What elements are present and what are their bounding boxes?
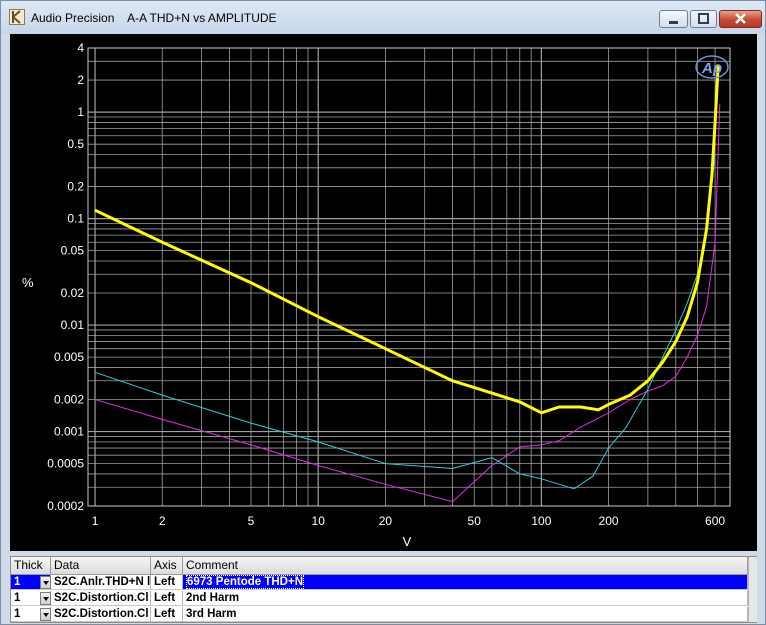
y-tick-label: 0.001 [54, 425, 84, 439]
y-axis-label: % [22, 275, 34, 290]
thd-amplitude-chart: 0.0002 0.0005 0.001 0.002 0.005 0.01 0.02 0.05 0… [22, 41, 731, 549]
ap-app-icon [9, 9, 25, 25]
series-line-2nd-harm [94, 154, 716, 490]
y-tick-labels: 0.0002 0.0005 0.001 0.002 0.005 0.01 0.02 0.05 0… [47, 41, 84, 513]
x-tick-label: 5 [248, 514, 255, 528]
y-tick-label: 0.5 [67, 137, 84, 151]
comment-text[interactable]: 6973 Pentode THD+N [186, 575, 304, 589]
axis-cell[interactable]: Left [151, 607, 183, 622]
minimize-button[interactable] [659, 10, 688, 28]
x-tick-label: 200 [599, 514, 619, 528]
y-tick-label: 0.002 [54, 393, 84, 407]
ap-logo: Ap [695, 55, 729, 79]
data-cell[interactable]: S2C.Distortion.Cl [51, 591, 151, 606]
window-title: Audio Precision A-A THD+N vs AMPLITUDE [31, 11, 277, 25]
x-axis-label: V [403, 534, 412, 549]
title-bar[interactable]: Audio Precision A-A THD+N vs AMPLITUDE [1, 1, 765, 34]
y-tick-label: 2 [77, 73, 84, 87]
col-header-comment[interactable]: Comment [183, 557, 748, 575]
x-tick-label: 2 [159, 514, 166, 528]
y-tick-label: 0.01 [61, 318, 85, 332]
comment-cell[interactable]: 2nd Harm [183, 591, 748, 606]
x-tick-label: 1 [92, 514, 99, 528]
y-tick-label: 1 [77, 105, 84, 119]
x-tick-label: 10 [312, 514, 326, 528]
app-name: Audio Precision [31, 11, 115, 25]
y-tick-label: 0.0002 [47, 499, 84, 513]
axis-cell[interactable]: Left [151, 591, 183, 606]
y-tick-label: 0.02 [61, 286, 85, 300]
minimize-icon [669, 21, 678, 24]
table-scrollbar[interactable] [748, 557, 757, 622]
series-layer [94, 64, 721, 503]
maximize-button[interactable] [690, 10, 717, 28]
col-header-data[interactable]: Data [51, 557, 151, 575]
chart-panel: 0.0002 0.0005 0.001 0.002 0.005 0.01 0.02 0.05 0… [10, 34, 757, 551]
col-header-axis[interactable]: Axis [151, 557, 183, 575]
grid-minor-lines [88, 47, 731, 507]
y-tick-label: 4 [77, 41, 84, 55]
y-tick-label: 0.0005 [47, 457, 84, 471]
x-tick-labels: 1 2 5 10 20 50 100 200 600 [92, 514, 726, 528]
app-window: Audio Precision A-A THD+N vs AMPLITUDE 0… [0, 0, 766, 625]
data-traces-table: Thick Data Axis Comment 1 S2C.Anlr.THD+N… [10, 556, 757, 623]
col-header-thick[interactable]: Thick [11, 557, 51, 575]
x-tick-label: 20 [379, 514, 393, 528]
comment-cell[interactable]: 6973 Pentode THD+N [183, 575, 748, 590]
axis-cell[interactable]: Left [151, 575, 183, 590]
y-tick-label: 0.1 [67, 212, 84, 226]
y-tick-label: 0.05 [61, 244, 85, 258]
y-tick-label: 0.2 [67, 180, 84, 194]
y-tick-label: 0.005 [54, 350, 84, 364]
data-cell[interactable]: S2C.Anlr.THD+N l [51, 575, 151, 590]
close-button[interactable] [719, 10, 762, 28]
thick-dropdown-icon[interactable] [40, 608, 51, 621]
close-icon [735, 13, 746, 24]
thick-dropdown-icon[interactable] [40, 576, 51, 589]
x-tick-label: 600 [705, 514, 725, 528]
x-tick-label: 100 [531, 514, 551, 528]
chart-window-title: A-A THD+N vs AMPLITUDE [127, 11, 277, 25]
data-cell[interactable]: S2C.Distortion.Cl [51, 607, 151, 622]
comment-cell[interactable]: 3rd Harm [183, 607, 748, 622]
ap-logo-text: Ap [701, 60, 722, 77]
x-tick-label: 50 [468, 514, 482, 528]
maximize-icon [698, 13, 709, 24]
thick-dropdown-icon[interactable] [40, 592, 51, 605]
